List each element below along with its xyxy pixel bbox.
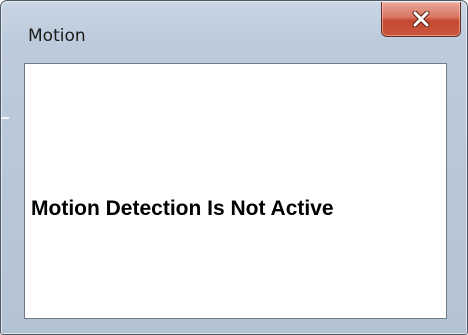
client-area: Motion Detection Is Not Active	[24, 63, 447, 319]
motion-status-label: Motion Detection Is Not Active	[31, 197, 334, 220]
window-title: Motion	[28, 26, 86, 46]
close-icon	[382, 2, 460, 36]
frame-highlight	[1, 117, 9, 119]
title-bar[interactable]: Motion	[1, 1, 467, 63]
close-button[interactable]	[381, 2, 461, 37]
motion-window: Motion Motion Detection Is Not Active	[0, 0, 468, 335]
